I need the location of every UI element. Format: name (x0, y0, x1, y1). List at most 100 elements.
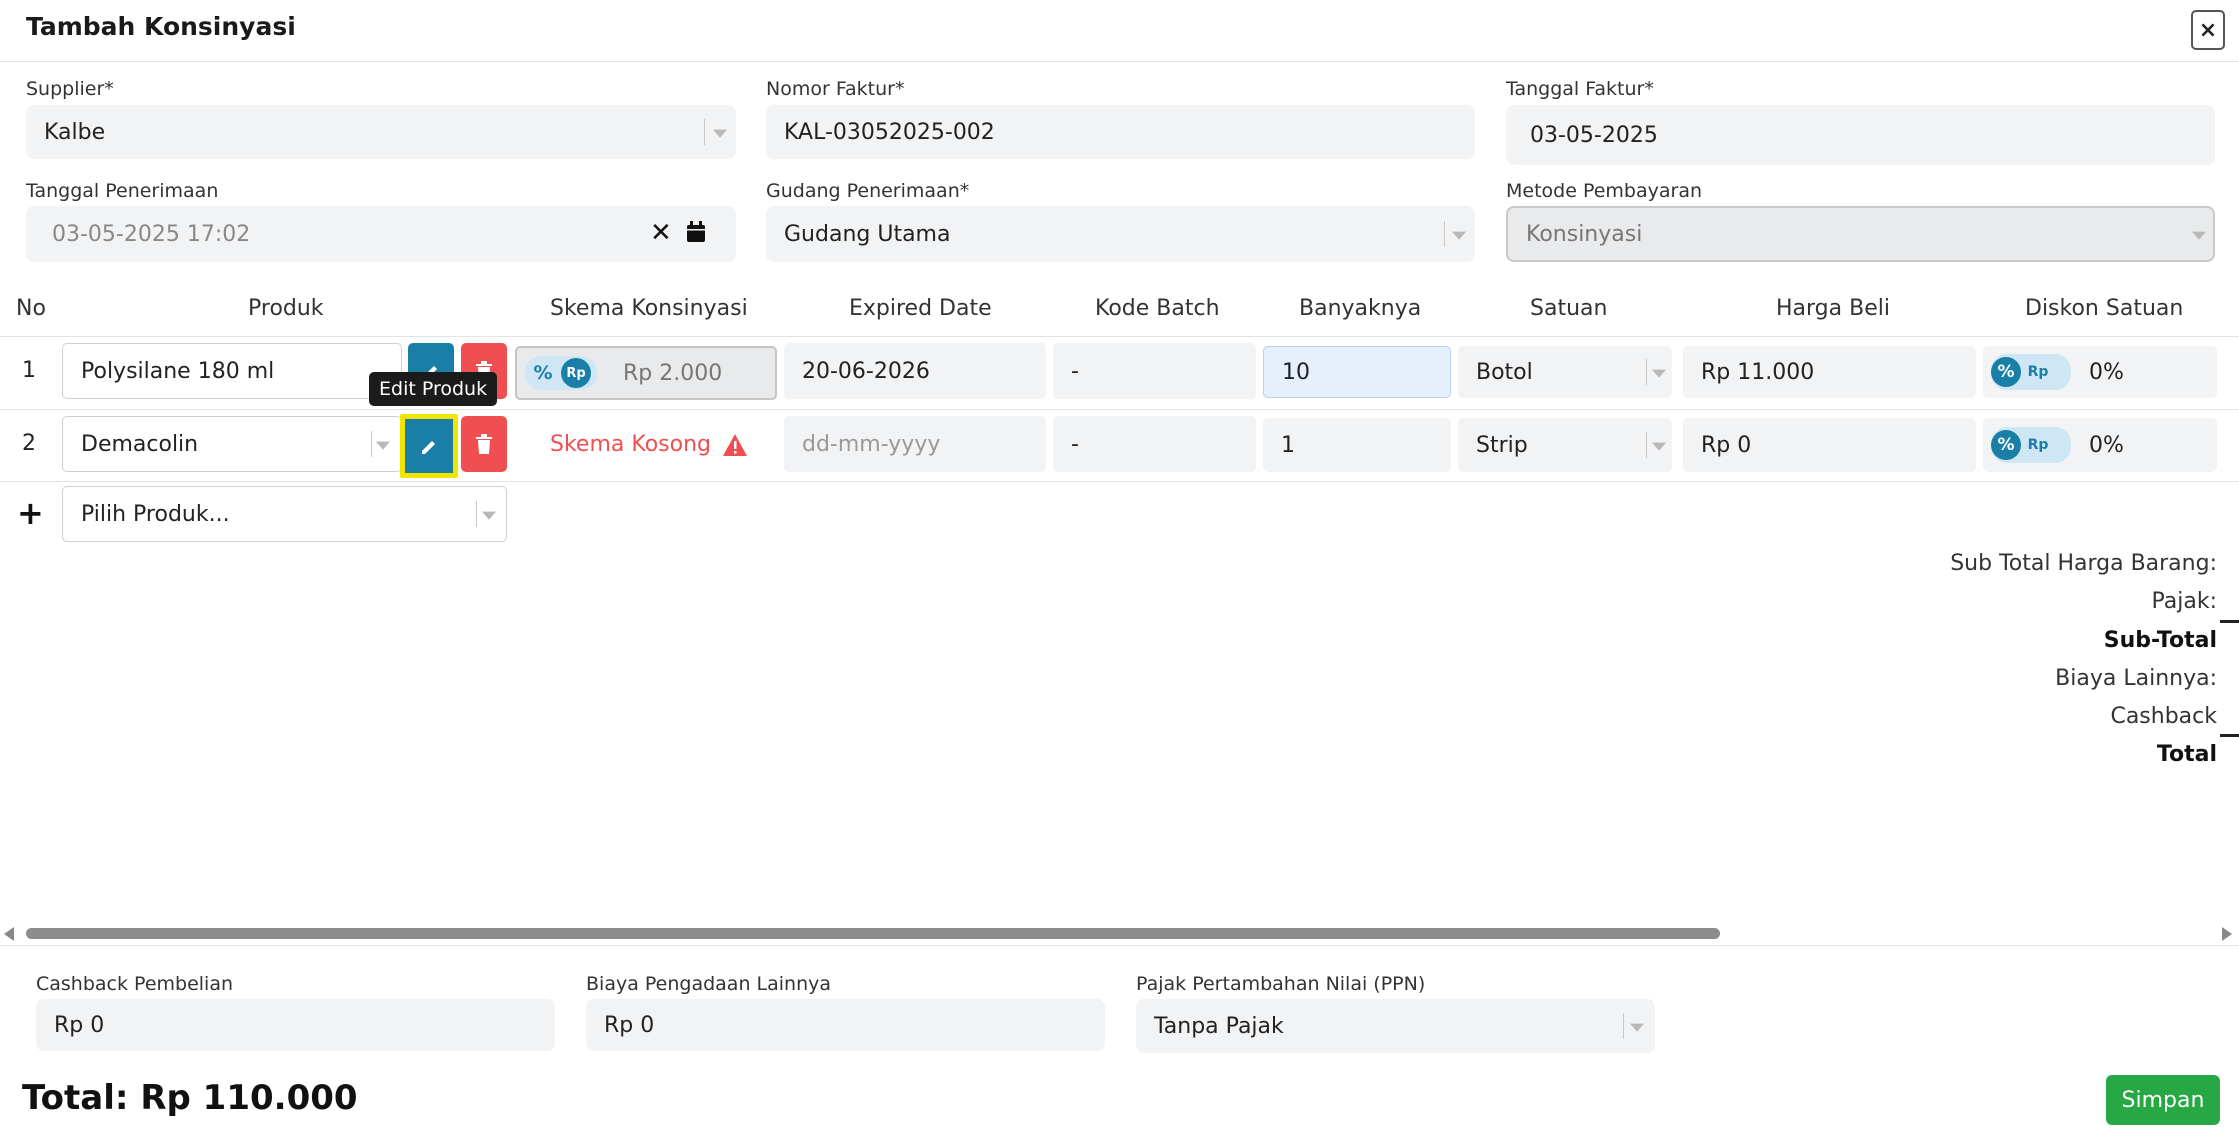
col-skema: Skema Konsinyasi (550, 296, 748, 321)
batch-input[interactable]: - (1053, 343, 1256, 399)
delete-product-button[interactable] (461, 416, 507, 472)
scroll-right-icon (2222, 927, 2232, 941)
batch-value: - (1071, 358, 1079, 384)
supplier-select[interactable]: Kalbe (26, 105, 736, 159)
quantity-input[interactable]: 1 (1263, 418, 1451, 472)
cashback-input[interactable]: Rp 0 (36, 999, 555, 1051)
tanggal-penerimaan-input[interactable]: 03-05-2025 17:02 ✕ (26, 206, 736, 262)
satuan-select[interactable]: Botol (1458, 346, 1672, 398)
warning-icon (722, 433, 747, 456)
tanggal-faktur-input[interactable]: 03-05-2025 (1506, 105, 2215, 165)
expired-date-input[interactable]: dd-mm-yyyy (784, 416, 1046, 472)
pencil-icon (422, 441, 435, 454)
chevron-down-icon (713, 129, 727, 138)
gudang-penerimaan-value: Gudang Utama (784, 221, 951, 247)
percent-option[interactable]: % (1991, 430, 2021, 460)
quantity-value: 1 (1281, 432, 1295, 458)
diskon-satuan-field[interactable]: % Rp 0% (1983, 346, 2217, 398)
supplier-label: Supplier* (26, 78, 114, 100)
gudang-penerimaan-select[interactable]: Gudang Utama (766, 206, 1475, 262)
metode-pembayaran-label: Metode Pembayaran (1506, 180, 1703, 202)
trash-icon (476, 434, 492, 454)
tanggal-penerimaan-value: 03-05-2025 17:02 (52, 221, 251, 247)
quantity-value: 10 (1282, 359, 1310, 385)
col-produk: Produk (248, 296, 324, 321)
product-select[interactable]: Demacolin (62, 416, 402, 472)
harga-beli-input[interactable]: Rp 11.000 (1683, 346, 1976, 398)
skema-value: Rp 2.000 (623, 360, 723, 386)
summary-cashback: Cashback (2110, 704, 2217, 729)
expired-placeholder: dd-mm-yyyy (802, 431, 941, 457)
satuan-select[interactable]: Strip (1458, 418, 1672, 472)
batch-input[interactable]: - (1053, 416, 1256, 472)
clear-icon[interactable]: ✕ (650, 218, 672, 248)
diskon-mode-toggle[interactable]: % Rp (1991, 427, 2071, 463)
batch-value: - (1071, 431, 1079, 457)
grand-total: Total: Rp 110.000 (22, 1078, 358, 1118)
scrollbar-thumb[interactable] (26, 928, 1720, 939)
close-button[interactable]: × (2191, 10, 2225, 50)
add-product-placeholder: Pilih Produk... (81, 501, 230, 527)
calendar-icon[interactable] (686, 221, 706, 243)
rupiah-option[interactable]: Rp (2021, 364, 2055, 380)
product-select[interactable]: Polysilane 180 ml (62, 343, 402, 399)
edit-product-tooltip: Edit Produk (369, 372, 498, 406)
metode-pembayaran-value: Konsinyasi (1526, 221, 1643, 247)
summary-subtotal: Sub-Total (2103, 628, 2217, 653)
row-number: 2 (22, 431, 36, 456)
nomor-faktur-value: KAL-03052025-002 (784, 119, 995, 145)
expired-date-input[interactable]: 20-06-2026 (784, 343, 1046, 399)
rupiah-option[interactable]: Rp (561, 358, 591, 388)
diskon-mode-toggle[interactable]: % Rp (1991, 354, 2071, 390)
chevron-down-icon (482, 511, 496, 520)
close-icon: × (2198, 17, 2218, 43)
chevron-down-icon (376, 441, 390, 450)
cashback-value: Rp 0 (54, 1012, 105, 1038)
skema-empty-warning: Skema Kosong (550, 432, 747, 457)
chevron-down-icon (1652, 369, 1666, 378)
ppn-label: Pajak Pertambahan Nilai (PPN) (1136, 973, 1426, 995)
biaya-value: Rp 0 (604, 1012, 655, 1038)
save-button[interactable]: Simpan (2106, 1075, 2220, 1125)
col-satuan: Satuan (1530, 296, 1608, 321)
row-number: 1 (22, 358, 36, 383)
cashback-label: Cashback Pembelian (36, 973, 234, 995)
diskon-satuan-field[interactable]: % Rp 0% (1983, 418, 2217, 472)
skema-mode-toggle[interactable]: % Rp (525, 356, 597, 390)
nomor-faktur-input[interactable]: KAL-03052025-002 (766, 105, 1475, 159)
plus-icon[interactable]: + (17, 494, 44, 532)
nomor-faktur-label: Nomor Faktur* (766, 78, 905, 100)
harga-value: Rp 11.000 (1701, 359, 1815, 385)
ppn-select[interactable]: Tanpa Pajak (1136, 999, 1655, 1053)
col-batch: Kode Batch (1095, 296, 1220, 321)
gudang-penerimaan-label: Gudang Penerimaan* (766, 180, 970, 202)
tanggal-faktur-label: Tanggal Faktur* (1506, 78, 1654, 100)
tanggal-faktur-value: 03-05-2025 (1530, 122, 1658, 148)
chevron-down-icon (1630, 1023, 1644, 1032)
footer-divider (0, 945, 2239, 946)
summary-total: Total (2156, 742, 2217, 767)
percent-option[interactable]: % (525, 362, 561, 384)
diskon-value: 0% (2089, 359, 2124, 385)
rupiah-option[interactable]: Rp (2021, 437, 2055, 453)
col-no: No (16, 296, 46, 321)
scroll-left-icon (4, 927, 14, 941)
horizontal-scrollbar[interactable] (0, 922, 2239, 944)
col-harga: Harga Beli (1776, 296, 1890, 321)
add-product-select[interactable]: Pilih Produk... (62, 486, 507, 542)
chevron-down-icon (2192, 231, 2206, 240)
summary-subtotal-harga: Sub Total Harga Barang: (1950, 551, 2217, 576)
modal-title: Tambah Konsinyasi (26, 12, 296, 41)
ppn-value: Tanpa Pajak (1154, 1013, 1284, 1039)
skema-konsinyasi-field[interactable]: % Rp Rp 2.000 (515, 346, 777, 400)
percent-option[interactable]: % (1991, 357, 2021, 387)
biaya-pengadaan-label: Biaya Pengadaan Lainnya (586, 973, 832, 995)
row-divider (0, 481, 2239, 482)
quantity-input[interactable]: 10 (1263, 346, 1451, 398)
harga-beli-input[interactable]: Rp 0 (1683, 418, 1976, 472)
edit-product-button-highlighted[interactable] (400, 414, 458, 478)
chevron-down-icon (1652, 442, 1666, 451)
summary-divider (2220, 734, 2239, 737)
table-header-divider (0, 336, 2239, 337)
biaya-pengadaan-input[interactable]: Rp 0 (586, 999, 1105, 1051)
